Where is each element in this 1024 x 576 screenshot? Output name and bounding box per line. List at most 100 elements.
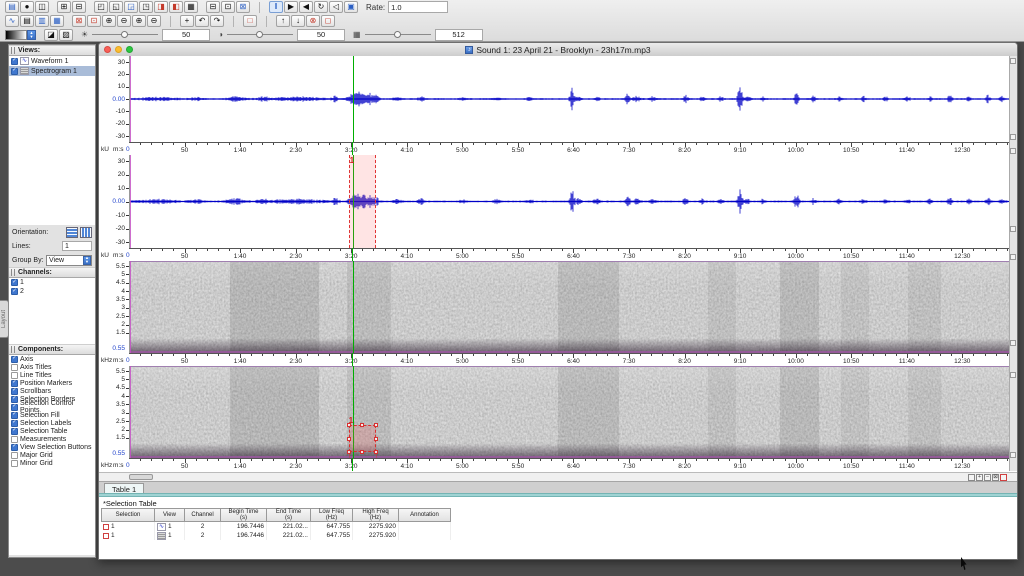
- column-header-low-freq[interactable]: Low Freq (Hz): [311, 508, 353, 522]
- panel-scroll-button[interactable]: [1010, 226, 1016, 232]
- copy-image-button[interactable]: ⊠: [236, 1, 250, 13]
- next-selection-button[interactable]: ↓: [291, 15, 305, 27]
- monitor-button[interactable]: ▣: [344, 1, 358, 13]
- lines-input[interactable]: [62, 241, 92, 251]
- group-by-select[interactable]: View ▲ ▼: [46, 254, 92, 266]
- close-window-light[interactable]: [104, 46, 111, 53]
- table-row[interactable]: 1 1 2 196.7446 221.02... 647.755 2275.920: [101, 531, 451, 540]
- tile-windows-button[interactable]: ◱: [109, 1, 123, 13]
- panel-scroll-button[interactable]: [1010, 372, 1016, 378]
- rewind-button[interactable]: ◁: [329, 1, 343, 13]
- close-view-button[interactable]: [1000, 474, 1007, 481]
- brightness-value-input[interactable]: [162, 28, 211, 41]
- checkbox[interactable]: [11, 451, 18, 459]
- prev-selection-button[interactable]: ↑: [276, 15, 290, 27]
- panel-scroll-button[interactable]: [1010, 340, 1016, 346]
- pause-button[interactable]: ‖: [269, 1, 283, 13]
- checkbox[interactable]: ✓: [11, 411, 18, 419]
- channels-panel-header[interactable]: Channels:: [9, 267, 95, 278]
- selection-region[interactable]: [349, 155, 376, 248]
- checkbox[interactable]: ✓: [11, 57, 18, 65]
- color-scheme-selector[interactable]: ▲ ▼: [5, 29, 36, 40]
- window-size-value-input[interactable]: [434, 28, 483, 41]
- redo-button[interactable]: ↷: [210, 15, 224, 27]
- table-row[interactable]: 1 ∿ 1 2 196.7446 221.02... 647.755 2275.920: [101, 522, 451, 531]
- select-view-button[interactable]: [968, 474, 975, 481]
- checkbox[interactable]: ✓: [11, 379, 18, 387]
- component-item-selection-control-points[interactable]: ✓ Selection Control Points: [9, 400, 95, 414]
- cascade-windows-button[interactable]: ◲: [124, 1, 138, 13]
- panel-drag-handle-icon[interactable]: [11, 47, 15, 54]
- zoom-window-light[interactable]: [126, 46, 133, 53]
- component-item-position-markers[interactable]: ✓ Position Markers: [9, 379, 95, 387]
- checkbox[interactable]: ✓: [11, 288, 18, 295]
- print-view-button[interactable]: ⊟: [206, 1, 220, 13]
- component-item-axis-titles[interactable]: Axis Titles: [9, 363, 95, 371]
- checkbox[interactable]: ✓: [11, 387, 18, 395]
- waveform-plot-channel-1[interactable]: [129, 56, 1009, 142]
- contrast-value-input[interactable]: [297, 28, 346, 41]
- panel-scroll-button[interactable]: [1010, 134, 1016, 140]
- play-button[interactable]: ▶: [284, 1, 298, 13]
- channel-list-item-1[interactable]: ✓ 1: [9, 278, 95, 287]
- column-header-channel[interactable]: Channel: [185, 508, 221, 522]
- slider-thumb[interactable]: [256, 31, 264, 38]
- views-list-item-2[interactable]: ✓ Spectrogram 1: [9, 66, 95, 76]
- checkbox[interactable]: [11, 371, 18, 379]
- horizontal-scrollbar-strip[interactable]: + − ⊠: [99, 472, 1017, 481]
- component-item-major-grid[interactable]: Major Grid: [9, 451, 95, 459]
- selection-box[interactable]: [349, 425, 376, 452]
- record-sound-button[interactable]: ●: [20, 1, 34, 13]
- orientation-columns-button[interactable]: [80, 226, 92, 238]
- slider-thumb[interactable]: [121, 31, 129, 38]
- rate-input[interactable]: [388, 1, 449, 13]
- component-item-minor-grid[interactable]: Minor Grid: [9, 459, 95, 467]
- waveform-plot-channel-2[interactable]: [129, 155, 1009, 248]
- component-item-selection-table[interactable]: ✓ Selection Table: [9, 427, 95, 435]
- checkbox[interactable]: ✓: [11, 419, 18, 427]
- slider-thumb[interactable]: [393, 31, 401, 38]
- zoom-in-freq-button[interactable]: ⊕: [132, 15, 146, 27]
- spectrogram-plot-channel-1[interactable]: [129, 261, 1009, 353]
- selection-control-point[interactable]: [374, 437, 378, 441]
- right-scrollbar-strip[interactable]: [1009, 56, 1017, 471]
- components-panel-header[interactable]: Components:: [9, 344, 95, 355]
- checkbox[interactable]: ✓: [11, 355, 18, 363]
- selection-control-point[interactable]: [347, 437, 351, 441]
- play-reverse-button[interactable]: ◀: [299, 1, 313, 13]
- waveform-view-button[interactable]: ∿: [5, 15, 19, 27]
- checkbox[interactable]: [11, 435, 18, 443]
- loop-play-button[interactable]: ↻: [314, 1, 328, 13]
- views-list-item-1[interactable]: ✓ ∿ Waveform 1: [9, 56, 95, 66]
- checkbox[interactable]: [11, 363, 18, 371]
- open-sound-button[interactable]: ▤: [5, 1, 19, 13]
- checkbox[interactable]: ✓: [11, 403, 18, 411]
- spectrogram-plot-channel-2[interactable]: [129, 366, 1009, 458]
- panel-scroll-button[interactable]: [1010, 58, 1016, 64]
- link-views-button[interactable]: ▦: [184, 1, 198, 13]
- invert-colorscheme-button[interactable]: ◪: [44, 28, 58, 41]
- panel-scroll-button[interactable]: [1010, 452, 1016, 458]
- selection-control-point[interactable]: [360, 450, 364, 454]
- undo-button[interactable]: ↶: [195, 15, 209, 27]
- page-setup-button[interactable]: ⊞: [57, 1, 71, 13]
- contrast-slider[interactable]: [227, 30, 294, 39]
- sound-window-titlebar[interactable]: ♪ Sound 1: 23 April 21 - Brooklyn - 23h1…: [99, 43, 1017, 57]
- panel-drag-handle-icon[interactable]: [11, 346, 15, 353]
- remove-view-button[interactable]: −: [984, 474, 991, 481]
- component-item-view-selection-buttons[interactable]: ✓ View Selection Buttons: [9, 443, 95, 451]
- column-header-begin-time[interactable]: Begin Time (s): [221, 508, 267, 522]
- component-item-scrollbars[interactable]: ✓ Scrollbars: [9, 387, 95, 395]
- clear-selection-button[interactable]: □: [243, 15, 257, 27]
- panel-scroll-button[interactable]: [1010, 148, 1016, 154]
- component-item-line-titles[interactable]: Line Titles: [9, 371, 95, 379]
- column-header-high-freq[interactable]: High Freq (Hz): [353, 508, 399, 522]
- column-header-annotation[interactable]: Annotation: [399, 508, 451, 522]
- window-size-slider[interactable]: [364, 30, 431, 39]
- checkbox[interactable]: [11, 459, 18, 467]
- column-header-end-time[interactable]: End Time (s): [267, 508, 311, 522]
- snapshot-button[interactable]: ⊡: [221, 1, 235, 13]
- selection-control-point[interactable]: [374, 450, 378, 454]
- zoom-in-time-button[interactable]: ⊕: [102, 15, 116, 27]
- zoom-out-time-button[interactable]: ⊖: [117, 15, 131, 27]
